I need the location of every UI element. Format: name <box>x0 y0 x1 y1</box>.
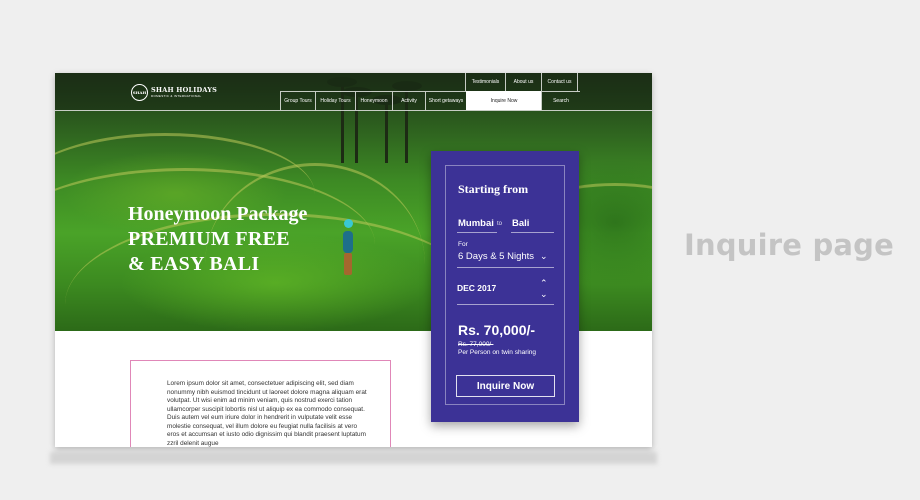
hiker-backpack <box>343 231 353 253</box>
nav-activity[interactable]: Activity <box>392 91 425 110</box>
nav-inquire-now[interactable]: Inquire Now <box>466 91 541 110</box>
duration-underline <box>457 267 554 268</box>
price: Rs. 70,000/- <box>458 322 536 338</box>
hiker <box>344 219 353 228</box>
brand-subtitle: DOMESTIC & INTERNATIONAL <box>151 93 202 98</box>
for-label: For <box>458 241 468 248</box>
chevron-down-icon[interactable]: ⌄ <box>540 252 548 261</box>
booking-card: Starting from Mumbai to Bali For 6 Days … <box>431 151 579 422</box>
destination-underline <box>511 232 554 233</box>
origin-underline <box>457 232 497 233</box>
hero-title-line3: & EASY BALI <box>128 253 260 275</box>
chevron-up-icon[interactable]: ⌃ <box>540 279 548 288</box>
price-note: Per Person on twin sharing <box>458 349 537 356</box>
body-text: Lorem ipsum dolor sit amet, consectetuer… <box>167 380 367 447</box>
origin-field[interactable]: Mumbai <box>458 218 494 229</box>
old-price: Rs. 77,000/- <box>458 341 494 348</box>
to-label: to <box>497 221 503 227</box>
destination-field[interactable]: Bali <box>512 218 529 229</box>
booking-title: Starting from <box>458 182 529 196</box>
hiker-legs <box>344 253 352 275</box>
nav-about-us[interactable]: About us <box>505 73 541 91</box>
top-navigation: SHAH SHAH HOLIDAYS DOMESTIC & INTERNATIO… <box>55 73 652 111</box>
month-field[interactable]: DEC 2017 <box>457 283 496 293</box>
nav-testimonials[interactable]: Testimonials <box>465 73 505 91</box>
brand-name: SHAH HOLIDAYS <box>151 86 217 95</box>
duration-select[interactable]: 6 Days & 5 Nights <box>458 251 534 262</box>
page-label: Inquire page <box>684 228 895 262</box>
logo-seal-icon: SHAH <box>131 84 148 101</box>
brand-logo[interactable]: SHAH SHAH HOLIDAYS DOMESTIC & INTERNATIO… <box>131 84 217 101</box>
hero-title-line1: Honeymoon Package <box>128 203 308 225</box>
palm-trunk <box>385 103 388 163</box>
nav-group-tours[interactable]: Group Tours <box>280 91 315 110</box>
content-text-box: Lorem ipsum dolor sit amet, consectetuer… <box>130 360 391 447</box>
chevron-down-icon[interactable]: ⌄ <box>540 290 548 299</box>
nav-holiday-tours[interactable]: Holiday Tours <box>315 91 355 110</box>
hero-title: Honeymoon Package PREMIUM FREE & EASY BA… <box>128 202 307 277</box>
inquire-now-button[interactable]: Inquire Now <box>456 375 555 397</box>
nav-honeymoon[interactable]: Honeymoon <box>355 91 392 110</box>
month-underline <box>457 304 554 305</box>
nav-short-getaways[interactable]: Short getaways <box>425 91 466 110</box>
hero-title-line2: PREMIUM FREE <box>128 228 290 250</box>
frame-shadow <box>50 452 657 464</box>
nav-search[interactable]: Search <box>541 91 580 110</box>
nav-contact-us[interactable]: Contact us <box>541 73 578 91</box>
